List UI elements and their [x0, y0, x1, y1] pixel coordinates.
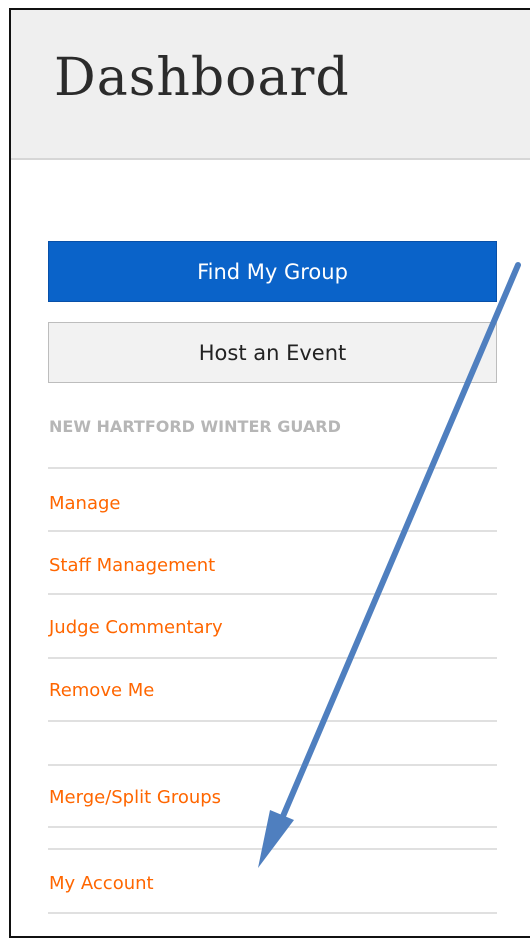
divider — [48, 720, 497, 722]
divider — [48, 467, 497, 469]
divider — [48, 530, 497, 532]
divider — [48, 764, 497, 766]
divider — [48, 826, 497, 828]
staff-management-link[interactable]: Staff Management — [49, 555, 215, 576]
host-event-button[interactable]: Host an Event — [48, 322, 497, 383]
dashboard-panel: Dashboard Find My Group Host an Event NE… — [9, 8, 530, 938]
group-name-label: NEW HARTFORD WINTER GUARD — [49, 417, 341, 436]
divider — [48, 848, 497, 850]
my-account-link[interactable]: My Account — [49, 873, 154, 894]
manage-link[interactable]: Manage — [49, 493, 121, 514]
divider — [48, 912, 497, 914]
find-my-group-button[interactable]: Find My Group — [48, 241, 497, 302]
remove-me-link[interactable]: Remove Me — [49, 680, 154, 701]
merge-split-groups-link[interactable]: Merge/Split Groups — [49, 787, 221, 808]
dashboard-header: Dashboard — [11, 10, 530, 160]
page-title: Dashboard — [54, 48, 350, 108]
divider — [48, 593, 497, 595]
divider — [48, 657, 497, 659]
judge-commentary-link[interactable]: Judge Commentary — [49, 617, 223, 638]
